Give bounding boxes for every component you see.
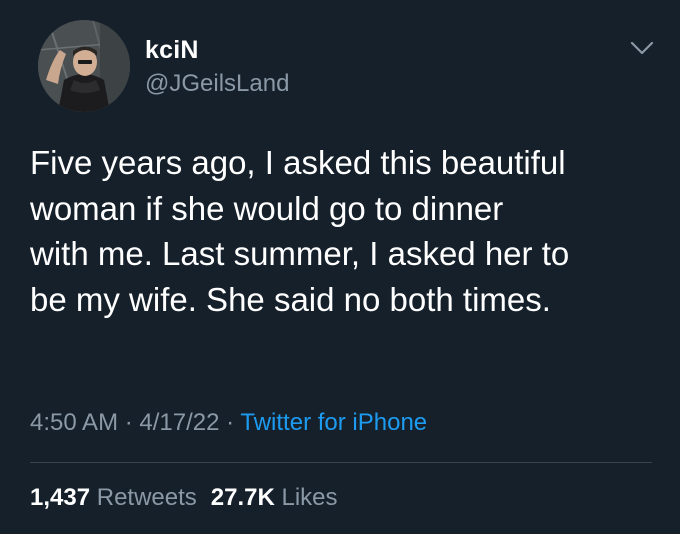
tweet-time[interactable]: 4:50 AM <box>30 409 118 436</box>
tweet-text: Five years ago, I asked this beautiful w… <box>30 140 660 322</box>
likes-count: 27.7K <box>210 484 275 511</box>
tweet-source-link[interactable]: Twitter for iPhone <box>240 409 427 436</box>
tweet-text-line: with me. Last summer, I asked her to <box>30 235 570 272</box>
meta-separator: · <box>124 409 133 436</box>
tweet-meta: 4:50 AM · 4/17/22 · Twitter for iPhone <box>30 409 427 437</box>
meta-separator: · <box>226 409 235 436</box>
retweets-count: 1,437 <box>30 484 91 511</box>
retweets-label: Retweets <box>96 484 197 511</box>
likes-label: Likes <box>281 484 338 511</box>
chevron-down-icon[interactable] <box>628 38 656 58</box>
user-handle[interactable]: @JGeilsLand <box>145 70 289 98</box>
avatar-photo <box>38 20 130 112</box>
retweets-stat[interactable]: 1,437 Retweets <box>30 484 197 511</box>
tweet-text-line: woman if she would go to dinner <box>30 189 504 227</box>
tweet-text-line: Five years ago, I asked this beautiful <box>30 144 566 181</box>
divider <box>30 462 652 463</box>
tweet-date[interactable]: 4/17/22 <box>139 409 219 436</box>
tweet-text-line: be my wife. She said no both times. <box>30 280 551 318</box>
avatar[interactable] <box>38 20 130 112</box>
tweet-stats: 1,437 Retweets 27.7K Likes <box>30 484 338 512</box>
display-name[interactable]: kciN <box>145 36 199 65</box>
tweet-card: kciN @JGeilsLand Five years ago, I asked… <box>0 0 680 534</box>
likes-stat[interactable]: 27.7K Likes <box>211 484 338 511</box>
